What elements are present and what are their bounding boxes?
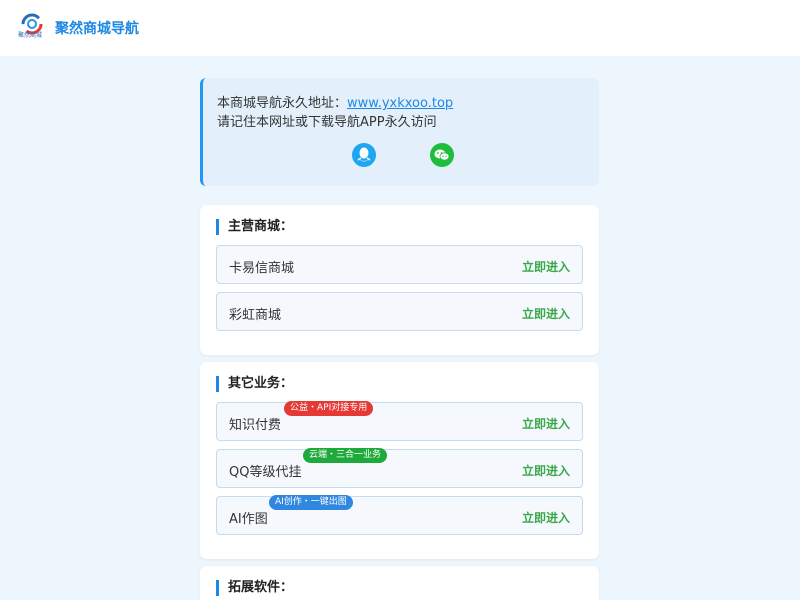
item-badge: 公益・API对接专用 xyxy=(284,401,374,416)
extended-software-card: 拓展软件： xyxy=(200,566,599,600)
item-label: QQ等级代挂 xyxy=(229,465,302,480)
list-item[interactable]: 卡易信商城 立即进入 xyxy=(216,245,583,284)
top-bar: 聚然商城 聚然商城导航 xyxy=(0,0,800,56)
section-title: 其它业务： xyxy=(216,376,293,392)
section-title: 主营商城： xyxy=(216,219,293,235)
enter-link[interactable]: 立即进入 xyxy=(522,305,570,322)
notice-address-line: 本商城导航永久地址：www.yxkxoo.top xyxy=(217,92,453,111)
permanent-url-link[interactable]: www.yxkxoo.top xyxy=(347,96,453,111)
item-badge: AI创作・一键出图 xyxy=(269,495,353,510)
wechat-icon xyxy=(434,149,450,161)
notice-reminder: 请记住本网址或下载导航APP永久访问 xyxy=(217,115,437,130)
enter-link[interactable]: 立即进入 xyxy=(522,462,570,479)
qq-icon xyxy=(357,147,371,162)
enter-link[interactable]: 立即进入 xyxy=(522,415,570,432)
site-title[interactable]: 聚然商城导航 xyxy=(55,18,139,38)
main-shops-card: 主营商城： 卡易信商城 立即进入 彩虹商城 立即进入 xyxy=(200,205,599,355)
qq-button[interactable] xyxy=(352,143,376,167)
enter-link[interactable]: 立即进入 xyxy=(522,509,570,526)
item-label: 卡易信商城 xyxy=(229,261,295,276)
notice-box: 本商城导航永久地址：www.yxkxoo.top 请记住本网址或下载导航APP永… xyxy=(200,78,599,186)
enter-link[interactable]: 立即进入 xyxy=(522,258,570,275)
section-title: 拓展软件： xyxy=(216,580,293,596)
item-badge: 云端・三合一业务 xyxy=(303,448,388,463)
list-item[interactable]: QQ等级代挂 云端・三合一业务 立即进入 xyxy=(216,448,583,488)
list-item[interactable]: AI作图 AI创作・一键出图 立即进入 xyxy=(216,495,583,535)
list-item[interactable]: 彩虹商城 立即进入 xyxy=(216,292,583,331)
item-label: AI作图 xyxy=(229,512,268,527)
logo-caption: 聚然商城 xyxy=(18,32,43,39)
item-label: 彩虹商城 xyxy=(229,308,282,323)
other-services-card: 其它业务： 知识付费 公益・API对接专用 立即进入 QQ等级代挂 云端・三合一… xyxy=(200,362,599,559)
item-label: 知识付费 xyxy=(229,418,282,433)
notice-address-prefix: 本商城导航永久地址： xyxy=(217,96,348,111)
wechat-button[interactable] xyxy=(430,143,454,167)
list-item[interactable]: 知识付费 公益・API对接专用 立即进入 xyxy=(216,401,583,441)
